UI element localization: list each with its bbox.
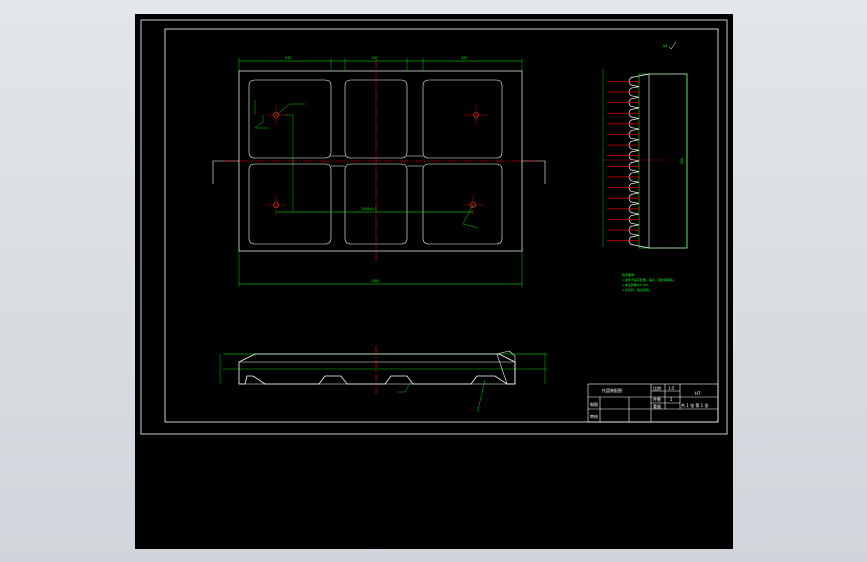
svg-text:Ra: Ra (663, 44, 667, 48)
cad-drawing: 540 120 430 1450 1000±0.1 900 技术要求 1.铸件不… (140, 19, 728, 435)
weight-label: 重量 (653, 403, 661, 409)
dim-top-seg-1: 540 (285, 56, 291, 60)
technical-notes: 技术要求 1.铸件不得有砂眼、缩孔、裂纹等缺陷。 2.未注圆角R3~R5。 3.… (622, 272, 676, 292)
checked-label: 审核 (590, 413, 598, 419)
dim-hole-spacing: 1000±0.1 (361, 207, 377, 211)
notes-heading: 技术要求 (622, 272, 634, 277)
notes-line-1: 1.铸件不得有砂眼、缩孔、裂纹等缺陷。 (622, 277, 676, 282)
dim-top-seg-2: 120 (371, 56, 377, 60)
top-view (212, 59, 546, 261)
notes-line-3: 3.去毛刺，锐边倒钝。 (622, 287, 652, 292)
sheet-text: 共 1 张 第 1 张 (681, 402, 708, 408)
scale-value: 1:5 (668, 386, 675, 391)
dim-height-right: 900 (680, 158, 684, 164)
count-label: 件数 (653, 396, 661, 402)
drawing-sheet[interactable]: 540 120 430 1450 1000±0.1 900 技术要求 1.铸件不… (135, 14, 733, 549)
count-value: 1 (670, 397, 673, 402)
drawing-name: 托盘装配图 (602, 387, 622, 393)
drawn-label: 制图 (590, 401, 598, 407)
scale-label: 比例 (653, 385, 661, 391)
top-view-dimensions: 540 120 430 1450 1000±0.1 (238, 56, 523, 287)
notes-line-2: 2.未注圆角R3~R5。 (622, 282, 650, 287)
section-view (219, 346, 547, 412)
dim-overall-width: 1450 (371, 279, 379, 283)
side-view: 900 (602, 69, 688, 249)
material-value: HT (695, 391, 701, 396)
roughness-symbol: Ra (663, 41, 677, 50)
dim-top-seg-3: 430 (461, 56, 467, 60)
title-block-text: 托盘装配图 比例 1:5 件数 1 HT 制图 审核 重量 共 1 张 第 1 … (590, 385, 708, 419)
